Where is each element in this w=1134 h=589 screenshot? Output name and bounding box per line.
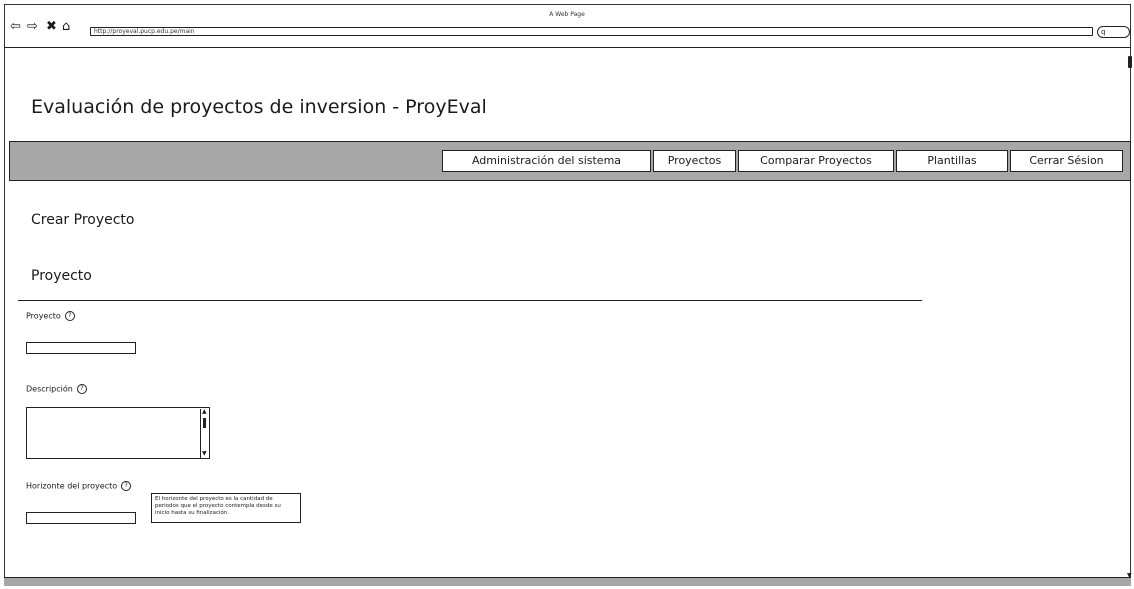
horizon-tooltip: El horizonte del proyecto es la cantidad… bbox=[151, 493, 301, 523]
menu-item-cerrar-sesion[interactable]: Cerrar Sésion bbox=[1010, 150, 1123, 172]
create-project-heading: Crear Proyecto bbox=[31, 212, 135, 228]
back-arrow-icon[interactable]: ⇦ bbox=[10, 20, 21, 33]
menu-item-comparar-proyectos[interactable]: Comparar Proyectos bbox=[738, 150, 894, 172]
browser-divider bbox=[4, 47, 1131, 48]
menu-item-administracion[interactable]: Administración del sistema bbox=[442, 150, 651, 172]
project-field-label: Proyecto? bbox=[26, 311, 75, 321]
description-field-label: Descripción? bbox=[26, 384, 87, 394]
page-scrollbar-thumb[interactable] bbox=[1128, 56, 1132, 68]
help-icon[interactable]: ? bbox=[76, 384, 87, 394]
scrollbar-thumb[interactable] bbox=[203, 418, 206, 428]
project-name-input[interactable] bbox=[26, 342, 136, 354]
scroll-down-icon[interactable]: ▼ bbox=[202, 451, 207, 457]
home-icon[interactable]: ⌂ bbox=[62, 20, 70, 33]
horizon-input[interactable] bbox=[26, 512, 136, 524]
forward-arrow-icon[interactable]: ⇨ bbox=[27, 20, 38, 33]
horizon-label-text: Horizonte del proyecto bbox=[26, 481, 118, 491]
search-icon[interactable]: q bbox=[1097, 26, 1130, 38]
close-icon[interactable]: ✖ bbox=[46, 20, 57, 33]
menu-item-plantillas[interactable]: Plantillas bbox=[896, 150, 1008, 172]
url-bar[interactable]: http://proyeval.pucp.edu.pe/main bbox=[90, 27, 1093, 36]
section-divider bbox=[18, 300, 922, 301]
scroll-up-icon[interactable]: ▲ bbox=[202, 409, 207, 415]
footer-bar bbox=[4, 577, 1131, 586]
description-label-text: Descripción bbox=[26, 384, 73, 394]
browser-title: A Web Page bbox=[549, 11, 585, 18]
page-title: Evaluación de proyectos de inversion - P… bbox=[31, 96, 487, 118]
project-section-title: Proyecto bbox=[31, 268, 92, 284]
horizon-field-label: Horizonte del proyecto? bbox=[26, 481, 132, 491]
menu-item-proyectos[interactable]: Proyectos bbox=[653, 150, 736, 172]
project-label-text: Proyecto bbox=[26, 311, 61, 321]
help-icon[interactable]: ? bbox=[64, 311, 75, 321]
description-textarea[interactable] bbox=[26, 407, 210, 459]
description-scrollbar[interactable]: ▲ ▼ bbox=[200, 409, 208, 458]
help-icon[interactable]: ? bbox=[121, 481, 132, 491]
